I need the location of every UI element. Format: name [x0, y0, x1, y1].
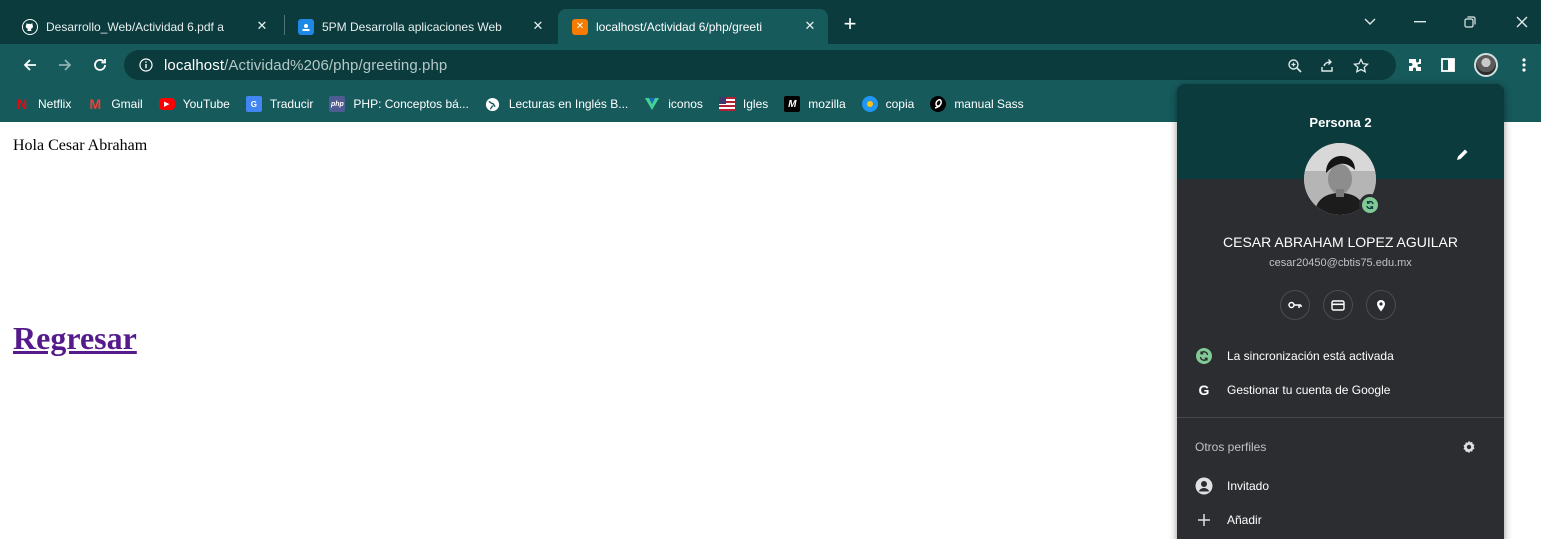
- bookmark-youtube[interactable]: ▶ YouTube: [158, 97, 230, 111]
- add-profile-row[interactable]: Añadir: [1177, 505, 1504, 535]
- xampp-icon: ✕: [572, 18, 588, 35]
- plus-icon: [1195, 511, 1213, 529]
- bookmark-iconos[interactable]: iconos: [644, 96, 703, 112]
- profile-avatar-button[interactable]: [1474, 53, 1498, 77]
- manage-account-label: Gestionar tu cuenta de Google: [1227, 383, 1391, 397]
- new-tab-button[interactable]: +: [838, 13, 862, 37]
- gear-icon[interactable]: [1461, 439, 1477, 455]
- tab-desarrollo-web[interactable]: Desarrollo_Web/Actividad 6.pdf a ✕: [8, 9, 280, 44]
- flag-icon: [718, 96, 735, 112]
- bookmark-label: YouTube: [182, 97, 230, 111]
- back-arrow-icon[interactable]: [18, 53, 42, 77]
- close-icon[interactable]: ✕: [254, 18, 270, 34]
- copia-icon: [861, 96, 878, 112]
- minimize-icon[interactable]: [1406, 8, 1434, 36]
- mozilla-icon: M: [784, 96, 801, 112]
- guest-label: Invitado: [1227, 479, 1270, 493]
- tab-title: Desarrollo_Web/Actividad 6.pdf a: [46, 19, 224, 34]
- bookmark-label: iconos: [668, 97, 703, 111]
- bookmark-label: PHP: Conceptos bá...: [353, 97, 469, 111]
- globe-icon: [485, 96, 501, 112]
- classroom-icon: [298, 18, 314, 35]
- bookmark-label: Gmail: [111, 97, 143, 111]
- menu-dots-icon[interactable]: [1514, 55, 1534, 75]
- url-path: /Actividad%206/php/greeting.php: [224, 56, 448, 74]
- url-text: localhost/Actividad%206/php/greeting.php: [164, 57, 447, 74]
- forward-arrow-icon[interactable]: [53, 53, 77, 77]
- tab-classroom[interactable]: 5PM Desarrolla aplicaciones Web ✕: [284, 9, 556, 44]
- add-label: Añadir: [1227, 513, 1262, 527]
- guest-person-icon: [1195, 477, 1213, 495]
- info-icon[interactable]: [138, 57, 154, 73]
- close-window-icon[interactable]: [1508, 8, 1536, 36]
- extensions-icon[interactable]: [1405, 55, 1425, 75]
- bookmark-sass[interactable]: manual Sass: [930, 96, 1024, 112]
- tab-title: 5PM Desarrolla aplicaciones Web: [322, 19, 502, 34]
- profile-popup: Persona 2 CESAR ABRAHAM LOPEZ AGUILAR ce…: [1177, 84, 1504, 539]
- profile-email: cesar20450@cbtis75.edu.mx: [1269, 257, 1412, 269]
- sync-status-label: La sincronización está activada: [1227, 349, 1394, 363]
- close-icon[interactable]: ✕: [802, 18, 818, 34]
- url-host: localhost: [164, 56, 225, 74]
- reload-icon[interactable]: [88, 53, 112, 77]
- bookmark-traducir[interactable]: G Traducir: [245, 96, 314, 112]
- bookmark-copia[interactable]: copia: [861, 96, 915, 112]
- bookmark-label: Traducir: [269, 97, 314, 111]
- bookmark-label: Lecturas en Inglés B...: [508, 97, 629, 111]
- restore-icon[interactable]: [1456, 8, 1484, 36]
- bookmark-igles[interactable]: Igles: [718, 96, 769, 112]
- bookmark-label: manual Sass: [954, 97, 1024, 111]
- zoom-icon[interactable]: [1286, 57, 1304, 75]
- google-g-icon: G: [1198, 382, 1210, 398]
- share-icon[interactable]: [1318, 57, 1336, 75]
- other-profiles-heading: Otros perfiles: [1195, 440, 1267, 454]
- bookmark-mozilla[interactable]: M mozilla: [784, 96, 846, 112]
- bookmark-label: copia: [885, 97, 915, 111]
- vuetify-icon: [644, 96, 660, 112]
- bookmark-gmail[interactable]: M Gmail: [87, 96, 143, 112]
- tab-title: localhost/Actividad 6/php/greeti: [596, 19, 763, 34]
- bookmark-label: Igles: [742, 97, 769, 111]
- php-icon: php: [329, 96, 346, 112]
- bookmark-label: mozilla: [808, 97, 846, 111]
- tab-strip: Desarrollo_Web/Actividad 6.pdf a ✕ 5PM D…: [0, 0, 1541, 44]
- manage-account-row[interactable]: G Gestionar tu cuenta de Google: [1177, 375, 1504, 405]
- address-bar[interactable]: localhost/Actividad%206/php/greeting.php: [124, 50, 1396, 80]
- back-link[interactable]: Regresar: [13, 320, 137, 357]
- tab-localhost[interactable]: ✕ localhost/Actividad 6/php/greeti ✕: [558, 9, 828, 44]
- bookmark-star-icon[interactable]: [1352, 57, 1370, 75]
- youtube-icon: ▶: [158, 98, 175, 110]
- side-panel-icon[interactable]: [1438, 55, 1458, 75]
- sync-badge-icon: [1359, 194, 1381, 216]
- bookmark-php[interactable]: php PHP: Conceptos bá...: [329, 96, 469, 112]
- close-icon[interactable]: ✕: [530, 18, 546, 34]
- address-pin-icon[interactable]: [1366, 290, 1396, 320]
- sync-status-row[interactable]: La sincronización está activada: [1177, 341, 1504, 371]
- sass-icon: [930, 96, 947, 112]
- bookmark-label: Netflix: [38, 97, 72, 111]
- gmail-icon: M: [89, 96, 102, 112]
- payment-card-icon[interactable]: [1323, 290, 1353, 320]
- bookmark-netflix[interactable]: N Netflix: [14, 96, 71, 112]
- greeting-text: Hola Cesar Abraham: [13, 137, 148, 154]
- translate-icon: G: [245, 96, 262, 112]
- passwords-key-icon[interactable]: [1280, 290, 1310, 320]
- profile-full-name: CESAR ABRAHAM LOPEZ AGUILAR: [1223, 234, 1458, 250]
- profile-name: Persona 2: [1309, 115, 1372, 130]
- guest-profile-row[interactable]: Invitado: [1177, 471, 1504, 501]
- toolbar: localhost/Actividad%206/php/greeting.php: [0, 44, 1541, 86]
- github-icon: [22, 18, 38, 35]
- divider: [1177, 417, 1504, 418]
- netflix-icon: N: [16, 96, 28, 112]
- tab-search-chevron-icon[interactable]: [1356, 8, 1384, 36]
- bookmark-lecturas[interactable]: Lecturas en Inglés B...: [485, 96, 628, 112]
- edit-pencil-icon[interactable]: [1453, 146, 1471, 164]
- sync-icon: [1195, 347, 1213, 365]
